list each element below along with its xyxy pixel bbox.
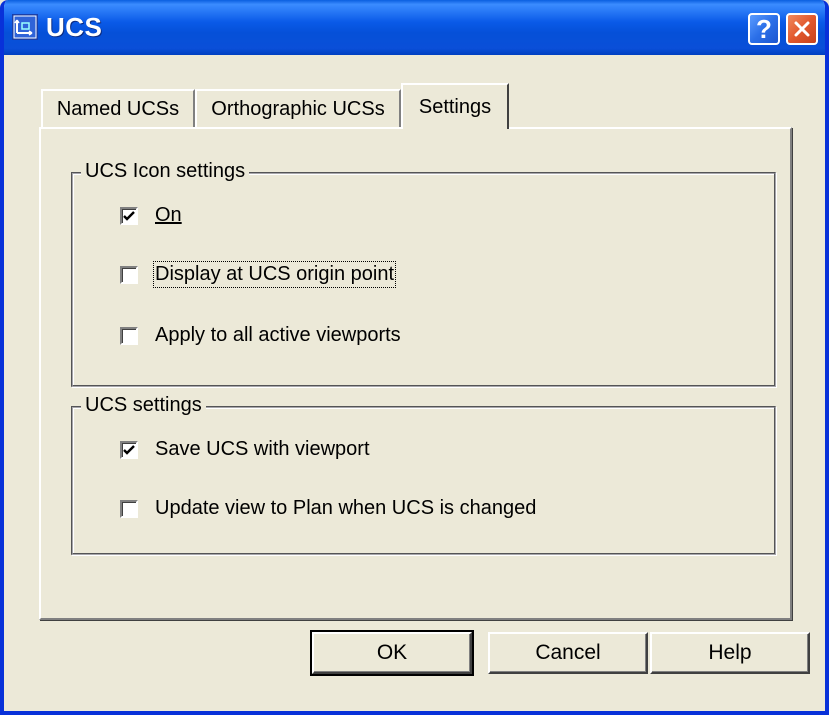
ucs-app-icon: [12, 14, 38, 40]
checkbox-on[interactable]: On: [120, 204, 182, 227]
checkbox-box[interactable]: [120, 440, 138, 459]
tab-named-ucss[interactable]: Named UCSs: [41, 89, 195, 127]
button-label: Cancel: [535, 641, 601, 664]
tab-settings[interactable]: Settings: [401, 83, 509, 129]
close-x-glyph: [794, 21, 810, 37]
dialog-client-area: Named UCSs Orthographic UCSs Settings UC…: [4, 55, 825, 711]
checkbox-label: On: [155, 204, 182, 226]
tab-label: Settings: [418, 95, 492, 118]
tab-label: Named UCSs: [56, 97, 180, 120]
checkbox-box[interactable]: [120, 206, 138, 225]
group-title: UCS settings: [81, 394, 206, 417]
title-bar[interactable]: UCS ?: [4, 0, 825, 55]
checkbox-label: Save UCS with viewport: [155, 438, 370, 460]
checkmark-icon: [123, 210, 135, 221]
checkbox-label: Display at UCS origin point: [153, 261, 396, 288]
checkbox-save-ucs-viewport[interactable]: Save UCS with viewport: [120, 438, 370, 461]
tab-orthographic-ucss[interactable]: Orthographic UCSs: [195, 89, 401, 127]
ucs-settings-group: UCS settings Save UCS with viewport Upda…: [71, 394, 776, 555]
help-glyph: ?: [756, 13, 772, 44]
checkbox-update-view-plan[interactable]: Update view to Plan when UCS is changed: [120, 497, 536, 520]
ucs-dialog: UCS ? Named UCSs Orthographic UCSs Setti…: [0, 0, 829, 715]
tab-label: Orthographic UCSs: [211, 97, 385, 120]
checkbox-label: Update view to Plan when UCS is changed: [155, 497, 537, 519]
checkbox-label: Apply to all active viewports: [155, 324, 401, 346]
settings-panel: UCS Icon settings On Display at UCS orig…: [39, 127, 792, 620]
close-icon[interactable]: [786, 13, 818, 45]
checkbox-box[interactable]: [120, 499, 138, 518]
ucs-icon-settings-group: UCS Icon settings On Display at UCS orig…: [71, 160, 776, 387]
help-icon[interactable]: ?: [748, 13, 780, 45]
checkbox-box[interactable]: [120, 326, 138, 345]
checkbox-box[interactable]: [120, 265, 138, 284]
checkbox-display-at-origin[interactable]: Display at UCS origin point: [120, 261, 396, 288]
window-title: UCS: [46, 12, 103, 42]
cancel-button[interactable]: Cancel: [488, 632, 648, 674]
ok-button[interactable]: OK: [310, 630, 474, 676]
checkbox-apply-all-viewports[interactable]: Apply to all active viewports: [120, 324, 401, 347]
checkmark-icon: [123, 444, 135, 455]
button-label: Help: [708, 641, 752, 664]
group-title: UCS Icon settings: [81, 160, 250, 183]
help-button[interactable]: Help: [650, 632, 810, 674]
button-label: OK: [376, 641, 408, 664]
